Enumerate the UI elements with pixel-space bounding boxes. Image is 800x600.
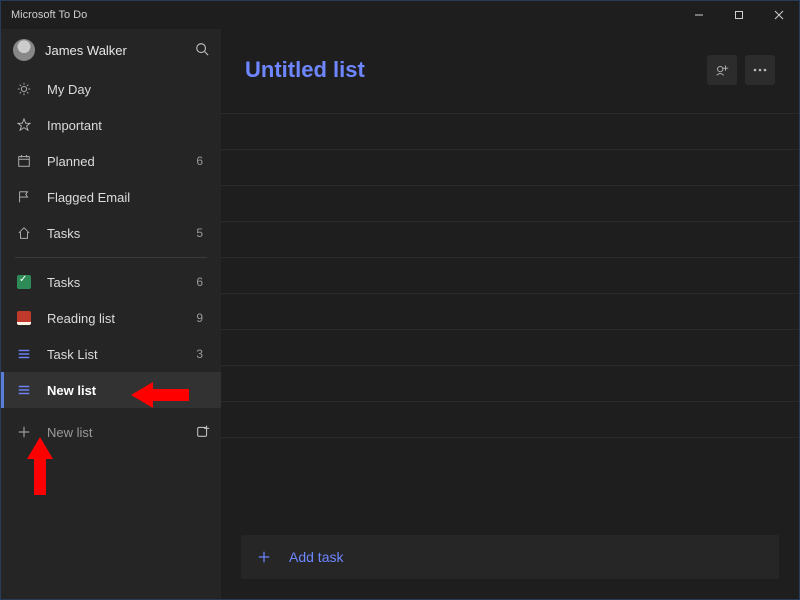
titlebar: Microsoft To Do <box>1 1 799 29</box>
home-icon <box>15 226 33 240</box>
sidebar-item-label: Planned <box>47 154 196 169</box>
sidebar-item-important[interactable]: Important <box>1 107 221 143</box>
sidebar-item-label: My Day <box>47 82 203 97</box>
window-controls <box>679 1 799 29</box>
sidebar-item-flagged[interactable]: Flagged Email <box>1 179 221 215</box>
sidebar-item-label: Task List <box>47 347 196 362</box>
task-line <box>221 437 799 473</box>
task-line <box>221 365 799 401</box>
flag-icon <box>15 190 33 204</box>
sidebar-item-count: 3 <box>196 347 207 361</box>
sidebar-item-label: Important <box>47 118 203 133</box>
task-line <box>221 293 799 329</box>
sidebar-item-label: Tasks <box>47 275 196 290</box>
close-button[interactable] <box>759 1 799 29</box>
more-button[interactable] <box>745 55 775 85</box>
custom-lists: Tasks 6 Reading list 9 Task List 3 New l… <box>1 264 221 408</box>
sidebar-divider <box>15 257 207 258</box>
maximize-button[interactable] <box>719 1 759 29</box>
sidebar-item-label: Reading list <box>47 311 196 326</box>
calendar-icon <box>15 154 33 168</box>
task-line <box>221 185 799 221</box>
header-actions <box>707 55 775 85</box>
new-list-label: New list <box>47 425 195 440</box>
task-line <box>221 149 799 185</box>
user-row[interactable]: James Walker <box>1 29 221 71</box>
sidebar-item-label: Tasks <box>47 226 196 241</box>
plus-icon <box>257 550 271 564</box>
sidebar-item-planned[interactable]: Planned 6 <box>1 143 221 179</box>
sidebar-item-count: 5 <box>196 226 207 240</box>
minimize-button[interactable] <box>679 1 719 29</box>
star-icon <box>15 118 33 132</box>
sidebar-item-newlist[interactable]: New list <box>1 372 221 408</box>
avatar <box>13 39 35 61</box>
task-line <box>221 401 799 437</box>
task-lines <box>221 93 799 473</box>
share-button[interactable] <box>707 55 737 85</box>
app-window: Microsoft To Do James Walker <box>0 0 800 600</box>
book-icon <box>15 311 33 325</box>
sidebar-item-reading[interactable]: Reading list 9 <box>1 300 221 336</box>
sidebar-item-tasks-custom[interactable]: Tasks 6 <box>1 264 221 300</box>
user-name: James Walker <box>45 43 195 58</box>
new-list-row[interactable]: New list <box>1 412 221 452</box>
main-panel: Untitled list <box>221 29 799 599</box>
sidebar-item-count: 9 <box>196 311 207 325</box>
task-line <box>221 257 799 293</box>
checkbox-icon <box>15 275 33 289</box>
task-area <box>221 93 799 535</box>
main-header: Untitled list <box>221 29 799 93</box>
task-line <box>221 329 799 365</box>
new-group-icon[interactable] <box>195 423 211 442</box>
task-line <box>221 221 799 257</box>
sidebar-item-tasklist[interactable]: Task List 3 <box>1 336 221 372</box>
add-task-input[interactable]: Add task <box>241 535 779 579</box>
sidebar-item-count: 6 <box>196 275 207 289</box>
list-title[interactable]: Untitled list <box>245 57 707 83</box>
search-icon[interactable] <box>195 42 209 59</box>
app-title: Microsoft To Do <box>1 9 87 21</box>
list-icon <box>15 383 33 397</box>
app-body: James Walker My Day Important <box>1 29 799 599</box>
smart-lists: My Day Important Planned 6 Flagged Email <box>1 71 221 251</box>
sidebar: James Walker My Day Important <box>1 29 221 599</box>
sidebar-item-myday[interactable]: My Day <box>1 71 221 107</box>
task-line <box>221 113 799 149</box>
sun-icon <box>15 82 33 96</box>
list-icon <box>15 347 33 361</box>
sidebar-item-label: New list <box>47 383 203 398</box>
plus-icon <box>15 425 33 439</box>
sidebar-item-tasks[interactable]: Tasks 5 <box>1 215 221 251</box>
sidebar-item-count: 6 <box>196 154 207 168</box>
sidebar-item-label: Flagged Email <box>47 190 203 205</box>
add-task-label: Add task <box>289 549 343 565</box>
